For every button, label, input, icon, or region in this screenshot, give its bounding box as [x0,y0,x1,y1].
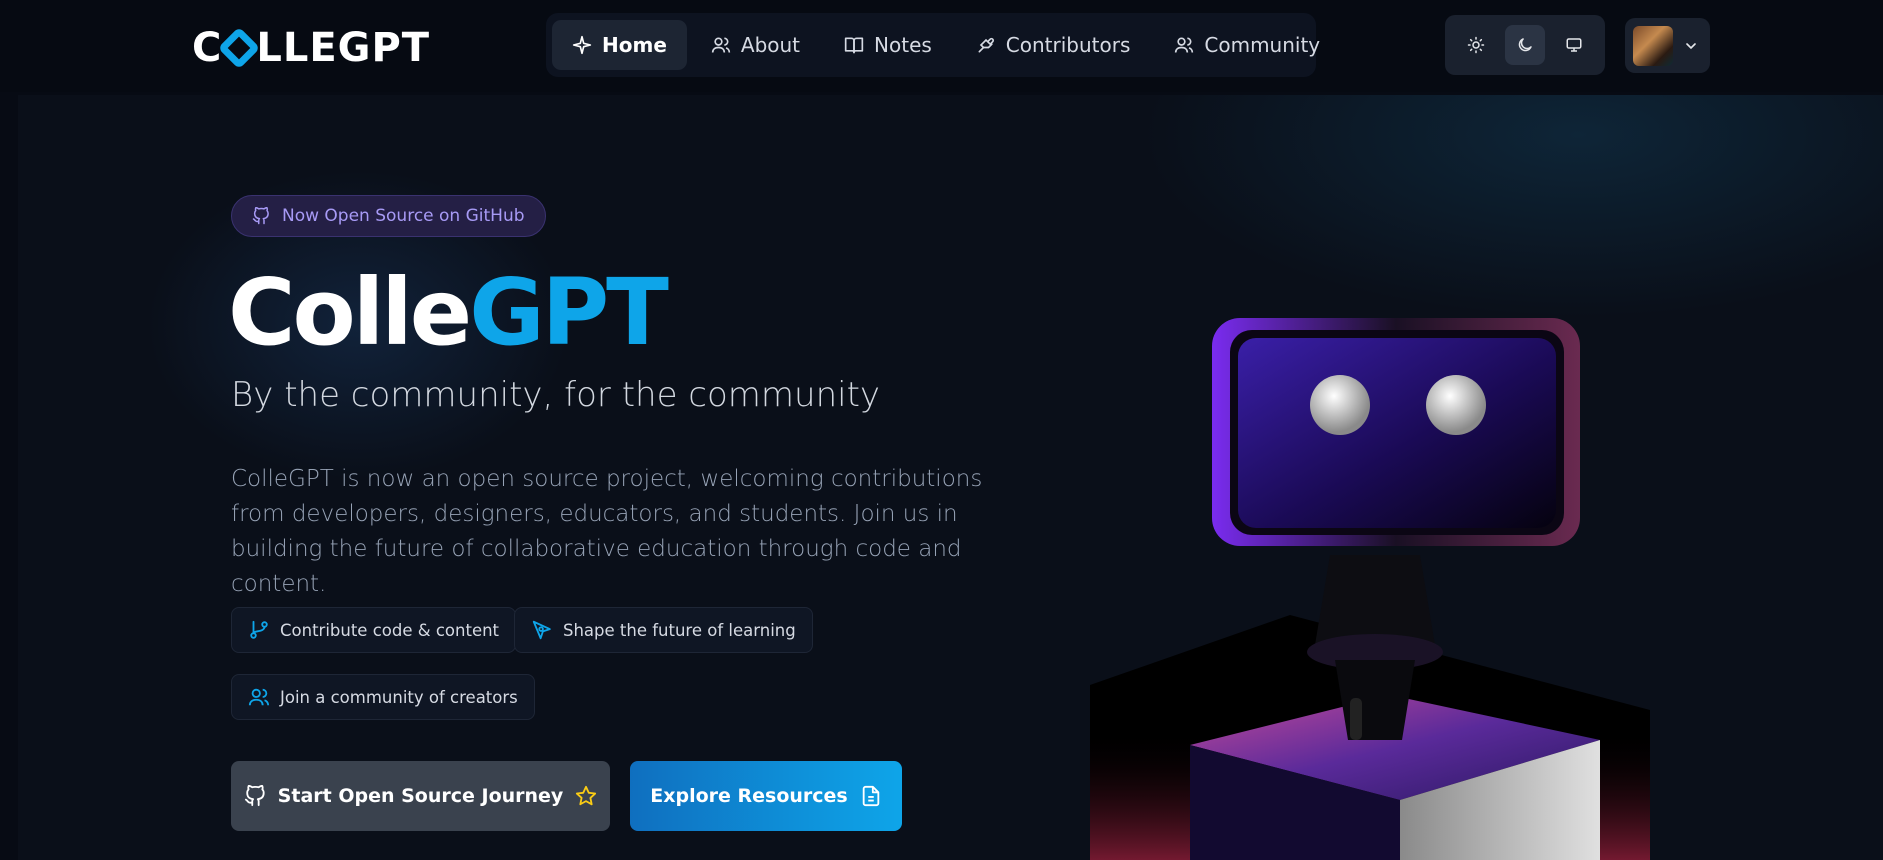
user-menu-button[interactable] [1625,18,1710,73]
robot-illustration [1090,318,1650,860]
file-icon [862,785,879,807]
badge-label: Now Open Source on GitHub [282,206,525,226]
dark-theme-button[interactable] [1504,25,1545,65]
chevron-down-icon [1686,42,1696,49]
button-label: Start Open Source Journey [277,785,564,807]
button-label: Explore Resources [650,785,848,807]
chip-label: Join a community of creators [280,687,518,707]
title-accent: GPT [469,259,669,366]
hand-heart-icon [978,37,994,53]
start-open-source-button[interactable]: Start Open Source Journey [231,761,610,831]
logo-letter: C [192,25,223,71]
nav-item-label: About [740,33,801,57]
feature-chip-shape: Shape the future of learning [514,607,813,653]
title-main: Colle [228,259,472,366]
hero-description: CollеGPT is now an open source project, … [231,466,983,597]
feature-chip-community: Join a community of creators [231,674,535,720]
nav-item-notes[interactable]: Notes [824,20,952,70]
brand-logo[interactable]: C LLEGPT [192,24,430,72]
explore-resources-button[interactable]: Explore Resources [630,761,902,831]
users-icon [1175,37,1194,53]
chip-label: Shape the future of learning [563,620,796,640]
nav-item-label: Home [602,33,667,57]
sparkle-icon [572,35,592,55]
star-icon [576,785,597,806]
moon-icon [1518,38,1532,52]
logo-text: LLEGPT [256,25,431,71]
hero-tagline: By the community, for the community [231,375,881,415]
nav-item-contributors[interactable]: Contributors [956,20,1151,70]
top-navbar: C LLEGPT Home About Notes Contributors C… [0,0,1883,92]
github-icon [252,207,269,225]
main-nav: Home About Notes Contributors Community [546,13,1320,77]
page-title: ColleGPT [228,258,669,368]
light-theme-button[interactable] [1456,25,1496,65]
git-branch-icon [250,620,268,639]
system-theme-button[interactable] [1554,25,1594,65]
users-icon [248,688,270,706]
sun-icon [1467,36,1484,54]
nav-item-label: Contributors [1005,33,1131,57]
pen-tool-icon [532,620,551,640]
nav-item-label: Notes [874,33,932,57]
nav-item-about[interactable]: About [691,20,820,70]
theme-switcher [1445,15,1605,75]
avatar [1633,25,1673,66]
nav-item-community[interactable]: Community [1154,20,1340,70]
feature-chip-contribute: Contribute code & content [231,607,517,653]
logo-diamond-icon [218,26,261,70]
nav-item-home[interactable]: Home [552,20,687,70]
github-icon [244,785,265,807]
users-icon [711,37,731,53]
open-source-badge[interactable]: Now Open Source on GitHub [231,195,546,237]
monitor-icon [1566,38,1582,52]
chip-label: Contribute code & content [280,620,500,640]
nav-item-label: Community [1204,33,1321,57]
book-open-icon [844,37,864,54]
